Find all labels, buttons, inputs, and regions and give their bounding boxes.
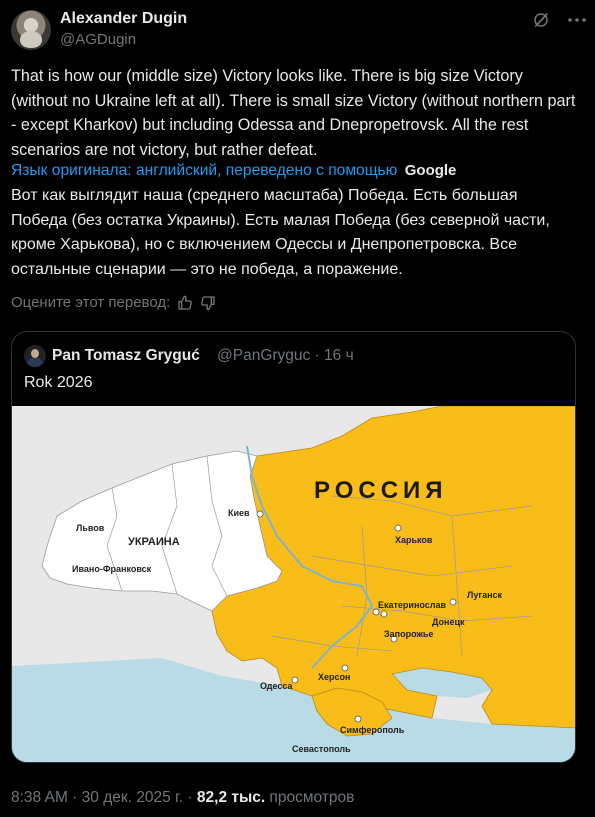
- views-label: просмотров: [265, 789, 355, 806]
- more-icon[interactable]: [566, 11, 588, 29]
- map-label-kiev: Киев: [228, 508, 250, 518]
- author-avatar[interactable]: [11, 10, 51, 50]
- map-label-zaporozhe: Запорожье: [384, 629, 433, 639]
- quoted-author-avatar: [24, 345, 46, 367]
- map-label-donetsk: Донецк: [432, 617, 465, 627]
- translation-source-text: Язык оригинала: английский, переведено с…: [11, 162, 398, 179]
- tweet-timestamp[interactable]: 8:38 AM · 30 дек. 2025 г. ·: [11, 789, 197, 806]
- tweet-translation: Вот как выглядит наша (среднего масштаба…: [11, 187, 550, 278]
- rate-translation-row: Оцените этот перевод:: [11, 294, 216, 311]
- tweet-footer: 8:38 AM · 30 дек. 2025 г. · 82,2 тыс. пр…: [11, 789, 354, 807]
- map-label-ukraine: УКРАИНА: [128, 536, 180, 548]
- map-label-odessa: Одесса: [260, 681, 293, 691]
- map-label-ivano-frankovsk: Ивано-Франковск: [72, 564, 152, 574]
- map-label-simferopol: Симферополь: [340, 725, 405, 735]
- quoted-tweet-text: Rok 2026: [24, 374, 93, 391]
- map-label-kharkov: Харьков: [395, 535, 433, 545]
- author-display-name[interactable]: Alexander Dugin: [60, 10, 187, 28]
- thumbs-down-icon[interactable]: [200, 295, 216, 311]
- map-label-ekaterinoslav: Екатеринослав: [378, 600, 446, 610]
- map-label-lvov: Львов: [76, 523, 105, 533]
- tweet-text: That is how our (middle size) Victory lo…: [11, 67, 576, 159]
- map-title: РОССИЯ: [314, 477, 448, 504]
- map-label-sevastopol: Севастополь: [292, 744, 351, 754]
- thumbs-up-icon[interactable]: [177, 295, 193, 311]
- quoted-author-name: Pan Tomasz Gryguć: [52, 347, 200, 364]
- translation-source-link[interactable]: Язык оригинала: английский, переведено с…: [11, 159, 577, 183]
- quoted-tweet[interactable]: Pan Tomasz Gryguć @PanGryguc · 16 ч Rok …: [11, 331, 576, 763]
- google-logo: Google: [404, 162, 457, 179]
- rate-translation-label: Оцените этот перевод:: [11, 294, 171, 311]
- tweet-header: Alexander Dugin @AGDugin: [11, 8, 586, 52]
- map-label-kherson: Херсон: [318, 672, 350, 682]
- map-label-lugansk: Луганск: [467, 590, 503, 600]
- quoted-map-image[interactable]: РОССИЯ УКРАИНА Львов Ивано-Франковск Кие…: [12, 406, 576, 763]
- grok-icon[interactable]: [532, 11, 550, 29]
- views-count: 82,2 тыс.: [196, 789, 266, 806]
- quoted-author-meta: @PanGryguc · 16 ч: [217, 347, 354, 364]
- author-handle[interactable]: @AGDugin: [60, 31, 136, 48]
